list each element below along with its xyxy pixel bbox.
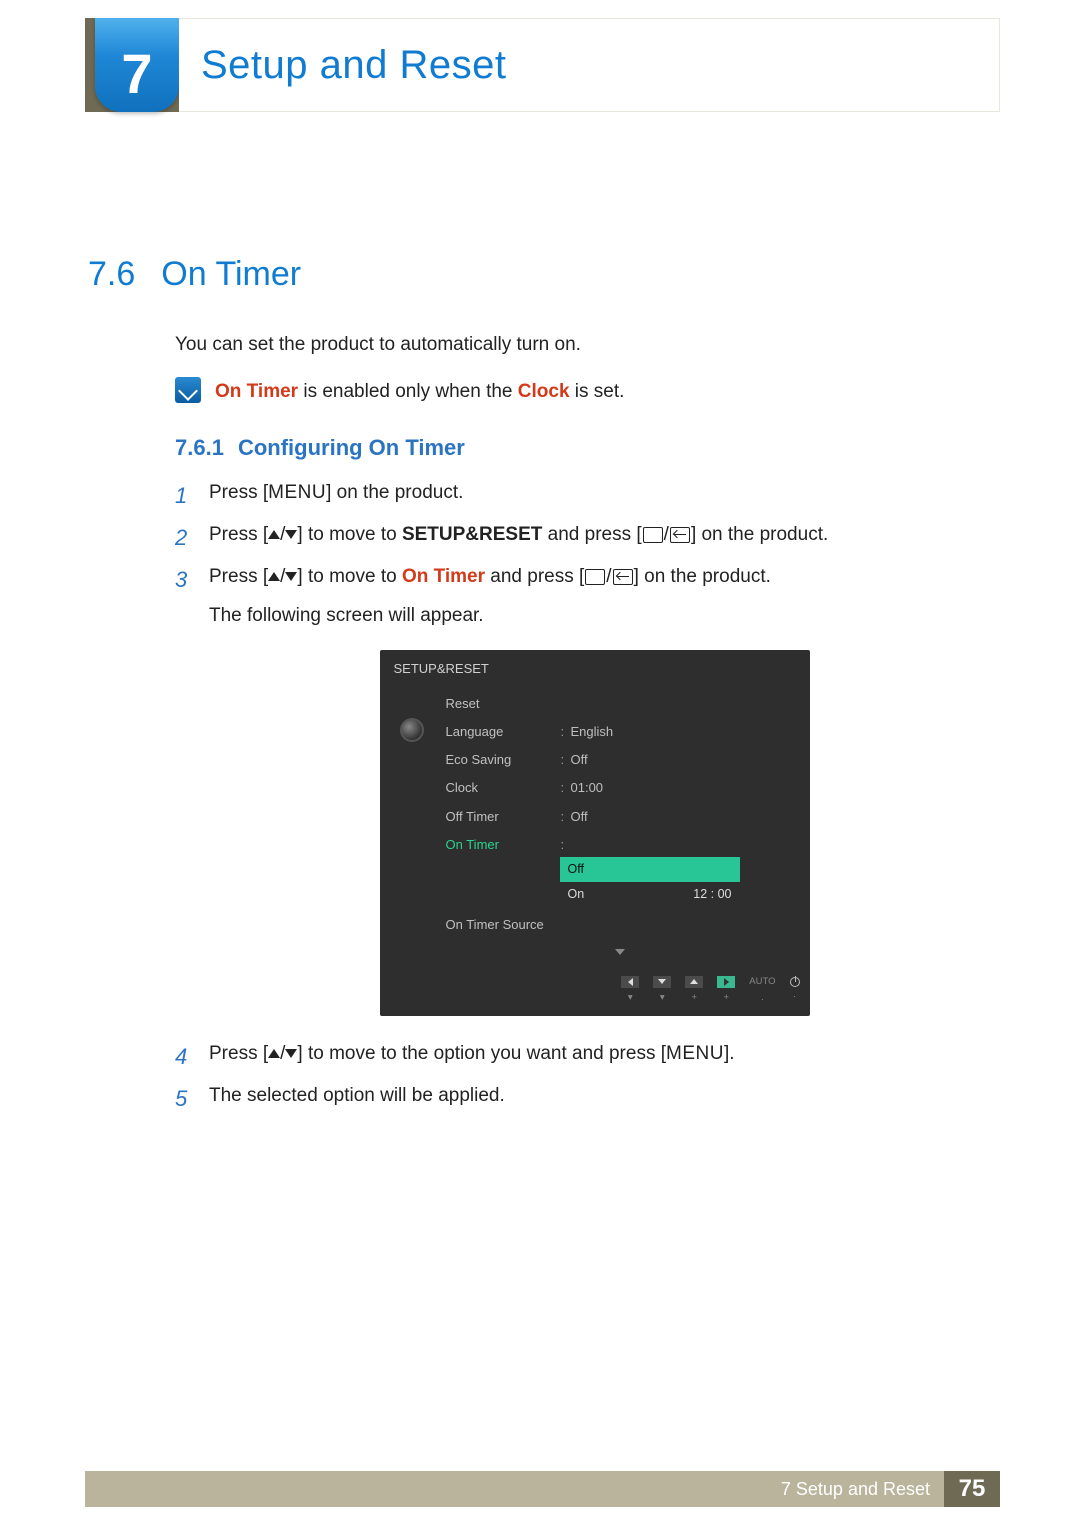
section-heading: 7.6 On Timer [88,255,301,294]
footer-label: 7 Setup and Reset [767,1471,944,1507]
osd-row-ontimer: On Timer : [442,831,798,859]
step-1: Press [MENU] on the product. [175,477,980,509]
step-3-c: and press [ [485,566,584,587]
step-3: Press [/] to move to On Timer and press … [175,561,980,1016]
steps-list: Press [MENU] on the product. Press [/] t… [175,477,980,1113]
note-row: On Timer is enabled only when the Clock … [175,377,980,406]
up-arrow-icon [268,1049,280,1058]
osd-popup-option-on: On 12 : 00 [560,882,740,907]
step-4-b: ] to move to the option you want and pre… [297,1043,666,1064]
note-post: is set. [570,381,625,402]
up-arrow-icon [268,572,280,581]
menu-button-label: MENU [666,1043,724,1064]
osd-value: Off [571,806,794,828]
osd-row-reset: Reset [442,690,798,718]
osd-label: Eco Saving [446,749,561,771]
enter-icon [613,569,633,585]
step-1-a: Press [ [209,482,268,503]
osd-popup: Off On 12 : 00 [560,857,740,908]
osd-nav-up: + [685,976,703,1006]
note-keyword-1: On Timer [215,381,298,402]
step-1-b: ] on the product. [326,482,463,503]
osd-row-offtimer: Off Timer : Off [442,803,798,831]
chapter-title: Setup and Reset [201,43,507,88]
osd-sep: : [561,749,571,771]
note-icon [175,377,201,403]
osd-sep: : [561,721,571,743]
step-3-a: Press [ [209,566,268,587]
osd-nav-down: ▾ [653,976,671,1006]
osd-popup-option-off: Off [560,857,740,882]
chapter-number: 7 [121,41,152,106]
chevron-down-icon [615,949,625,955]
osd-popup-off-label: Off [568,859,584,880]
osd-screenshot: SETUP&RESET Reset Language [380,650,810,1016]
note-mid: is enabled only when the [298,381,518,402]
subsection-number: 7.6.1 [175,435,224,460]
step-2-c: and press [ [542,524,641,545]
osd-nav-left: ▾ [621,976,639,1006]
step-4-c: ]. [724,1043,735,1064]
step-4: Press [/] to move to the option you want… [175,1038,980,1070]
down-arrow-icon [285,1049,297,1058]
note-text: On Timer is enabled only when the Clock … [215,377,624,406]
osd-footer: ▾ ▾ + + AUTO· · [380,970,810,1010]
step-2: Press [/] to move to SETUP&RESET and pre… [175,519,980,551]
subsection-title: Configuring On Timer [238,435,465,460]
intro-paragraph: You can set the product to automatically… [175,330,980,359]
osd-left-column [390,688,434,964]
enter-icon [670,527,690,543]
step-5: The selected option will be applied. [175,1080,980,1112]
osd-power: · [790,977,800,1005]
osd-row-clock: Clock : 01:00 [442,774,798,802]
osd-value: 01:00 [571,777,794,799]
menu-button-label: MENU [268,482,326,503]
step-2-target: SETUP&RESET [402,524,542,545]
step-3-d: ] on the product. [634,566,771,587]
select-icon [585,569,605,585]
osd-label: Clock [446,777,561,799]
osd-sep: : [561,806,571,828]
osd-sep: : [561,834,571,856]
step-3-target: On Timer [402,566,485,587]
step-3-tail: The following screen will appear. [209,600,980,632]
osd-label: On Timer Source [446,914,561,936]
up-arrow-icon [268,530,280,539]
osd-more-indicator [442,939,798,961]
step-2-d: ] on the product. [691,524,828,545]
osd-auto: AUTO· [749,974,775,1008]
power-icon [790,977,800,987]
osd-label: Off Timer [446,806,561,828]
note-keyword-2: Clock [518,381,570,402]
subsection-heading: 7.6.1 Configuring On Timer [175,435,980,461]
osd-popup-on-label: On [568,884,585,905]
osd-popup-time: 12 : 00 [693,884,731,905]
footer-page-number: 75 [944,1471,1000,1507]
osd-value: English [571,721,794,743]
step-4-a: Press [ [209,1043,268,1064]
section-title: On Timer [161,255,301,294]
down-arrow-icon [285,530,297,539]
dial-icon [400,718,424,742]
osd-value: Off [571,749,794,771]
osd-row-language: Language : English [442,718,798,746]
select-icon [643,527,663,543]
osd-row-eco: Eco Saving : Off [442,746,798,774]
osd-row-source: On Timer Source [442,911,798,939]
chapter-number-badge: 7 [95,18,179,112]
step-2-b: ] to move to [297,524,402,545]
step-3-b: ] to move to [297,566,402,587]
osd-sep: : [561,777,571,799]
chapter-title-wrap: Setup and Reset [179,18,1000,112]
section-number: 7.6 [88,255,135,294]
footer-band: 7 Setup and Reset 75 [85,1471,1000,1507]
osd-label: Reset [446,693,561,715]
osd-title: SETUP&RESET [380,650,810,686]
osd-nav-right: + [717,976,735,1006]
osd-label: Language [446,721,561,743]
down-arrow-icon [285,572,297,581]
step-2-a: Press [ [209,524,268,545]
osd-label: On Timer [446,834,561,856]
